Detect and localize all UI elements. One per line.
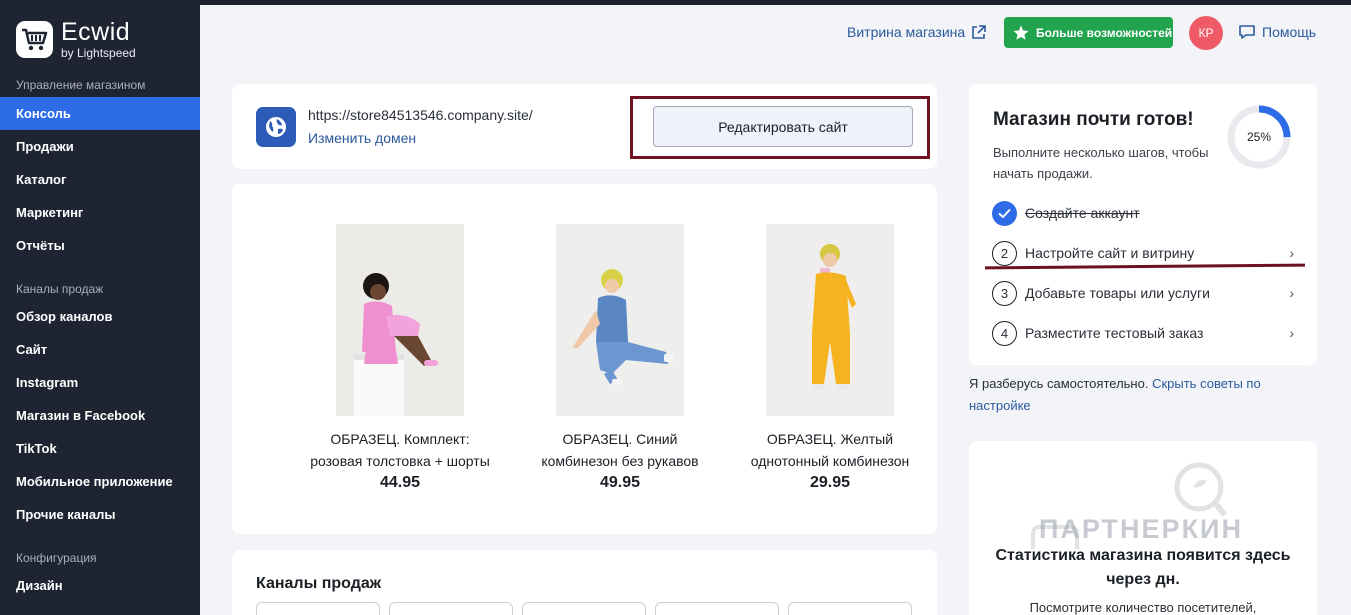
step-number: 4: [992, 320, 1017, 346]
step-create-account[interactable]: Создайте аккаунт: [992, 200, 1294, 226]
change-domain-link[interactable]: Изменить домен: [308, 130, 416, 146]
products-card: ОБРАЗЕЦ. Комплект: розовая толстовка + ш…: [232, 184, 937, 534]
sidebar-item-catalog[interactable]: Каталог: [0, 163, 200, 196]
product-price: 49.95: [599, 474, 641, 491]
stats-title: Статистика магазина появится здесь через…: [995, 547, 1291, 588]
sidebar-item-console[interactable]: Консоль: [0, 97, 200, 130]
sales-channels-title: Каналы продаж: [256, 575, 382, 592]
avatar[interactable]: КР: [1189, 16, 1223, 50]
help-link[interactable]: Помощь: [1238, 24, 1316, 40]
sidebar-item-design[interactable]: Дизайн: [0, 569, 200, 602]
sidebar-item-mobile-app[interactable]: Мобильное приложение: [0, 465, 200, 498]
sidebar-item-channels-overview[interactable]: Обзор каналов: [0, 300, 200, 333]
logo-name: Ecwid: [61, 18, 131, 46]
hide-tips-hint: Я разберусь самостоятельно. Скрыть совет…: [969, 373, 1317, 417]
store-url: https://store84513546.company.site/: [308, 107, 533, 123]
storefront-label: Витрина магазина: [847, 24, 966, 40]
hint-text: Я разберусь самостоятельно.: [969, 376, 1149, 391]
channel-tile[interactable]: [256, 602, 380, 615]
ecwid-logo[interactable]: Ecwid by Lightspeed: [16, 20, 136, 59]
product-title-line2: розовая толстовка + шорты: [310, 453, 490, 469]
check-icon: [992, 200, 1017, 226]
sidebar-item-reports[interactable]: Отчёты: [0, 229, 200, 262]
step-test-order[interactable]: 4 Разместите тестовый заказ ›: [992, 320, 1294, 346]
sidebar-item-other-channels[interactable]: Прочие каналы: [0, 498, 200, 531]
store-ready-card: Магазин почти готов! Выполните несколько…: [969, 84, 1317, 365]
sidebar-item-sales[interactable]: Продажи: [0, 130, 200, 163]
channel-tile[interactable]: [655, 602, 779, 615]
product-title-line2: однотонный комбинезон: [750, 453, 910, 469]
store-stats-card: ПАРТНЕРКИН Статистика магазина появится …: [969, 441, 1317, 615]
step-label: Разместите тестовый заказ: [1025, 325, 1204, 341]
product-card[interactable]: ОБРАЗЕЦ. Комплект: розовая толстовка + ш…: [295, 224, 505, 492]
sales-channels-card: Каналы продаж: [232, 550, 937, 615]
step-setup-site[interactable]: 2 Настройте сайт и витрину ›: [992, 240, 1294, 266]
chevron-right-icon: ›: [1289, 245, 1294, 261]
channel-tile[interactable]: [522, 602, 646, 615]
star-icon: [1013, 25, 1029, 40]
store-ready-title: Магазин почти готов!: [993, 109, 1194, 130]
product-image[interactable]: [556, 224, 684, 416]
sidebar-item-instagram[interactable]: Instagram: [0, 366, 200, 399]
channel-tile[interactable]: [389, 602, 513, 615]
sidebar: Ecwid by Lightspeed Управление магазином…: [0, 0, 200, 615]
top-strip: [0, 0, 1351, 5]
edit-site-button[interactable]: Редактировать сайт: [653, 106, 913, 147]
product-card[interactable]: ОБРАЗЕЦ. Желтый однотонный комбинезон 29…: [725, 224, 935, 492]
sidebar-item-tiktok[interactable]: TikTok: [0, 432, 200, 465]
chevron-right-icon: ›: [1289, 285, 1294, 301]
section-label-channels: Каналы продаж: [16, 282, 104, 296]
chat-bubble-icon: [1239, 25, 1255, 39]
sidebar-item-facebook-shop[interactable]: Магазин в Facebook: [0, 399, 200, 432]
more-features-label: Больше возможностей: [1036, 25, 1173, 40]
step-add-products[interactable]: 3 Добавьте товары или услуги ›: [992, 280, 1294, 306]
section-label-store: Управление магазином: [16, 78, 146, 92]
more-features-button[interactable]: Больше возможностей: [1004, 17, 1173, 48]
product-title-line1: ОБРАЗЕЦ. Комплект:: [330, 431, 470, 447]
logo-subtitle: by Lightspeed: [61, 46, 136, 60]
storefront-link[interactable]: Витрина магазина: [847, 24, 986, 40]
stats-subtitle: Посмотрите количество посетителей,: [1029, 600, 1257, 615]
step-label: Добавьте товары или услуги: [1025, 285, 1210, 301]
section-label-config: Конфигурация: [16, 551, 97, 565]
step-number: 3: [992, 280, 1017, 306]
product-title-line2: комбинезон без рукавов: [541, 453, 699, 469]
domain-card: https://store84513546.company.site/ Изме…: [232, 84, 937, 169]
sidebar-item-site[interactable]: Сайт: [0, 333, 200, 366]
product-card[interactable]: ОБРАЗЕЦ. Синий комбинезон без рукавов 49…: [515, 224, 725, 492]
cart-logo-icon: [16, 21, 53, 58]
watermark-text: ПАРТНЕРКИН: [1039, 514, 1243, 544]
globe-icon: [256, 107, 296, 147]
product-price: 44.95: [379, 474, 421, 491]
progress-percent: 25%: [1246, 130, 1272, 144]
step-number: 2: [992, 240, 1017, 266]
channel-tile[interactable]: [788, 602, 912, 615]
product-title-line1: ОБРАЗЕЦ. Синий: [562, 431, 678, 447]
chevron-right-icon: ›: [1289, 325, 1294, 341]
external-link-icon: [972, 24, 986, 39]
step-label: Настройте сайт и витрину: [1025, 245, 1195, 261]
store-ready-description: Выполните несколько шагов, чтобы начать …: [993, 145, 1209, 181]
product-image[interactable]: [766, 224, 894, 416]
help-label: Помощь: [1262, 24, 1317, 40]
product-title-line1: ОБРАЗЕЦ. Желтый: [766, 431, 894, 447]
step-label: Создайте аккаунт: [1025, 205, 1140, 221]
sidebar-item-marketing[interactable]: Маркетинг: [0, 196, 200, 229]
product-price: 29.95: [809, 474, 851, 491]
product-image[interactable]: [336, 224, 464, 416]
